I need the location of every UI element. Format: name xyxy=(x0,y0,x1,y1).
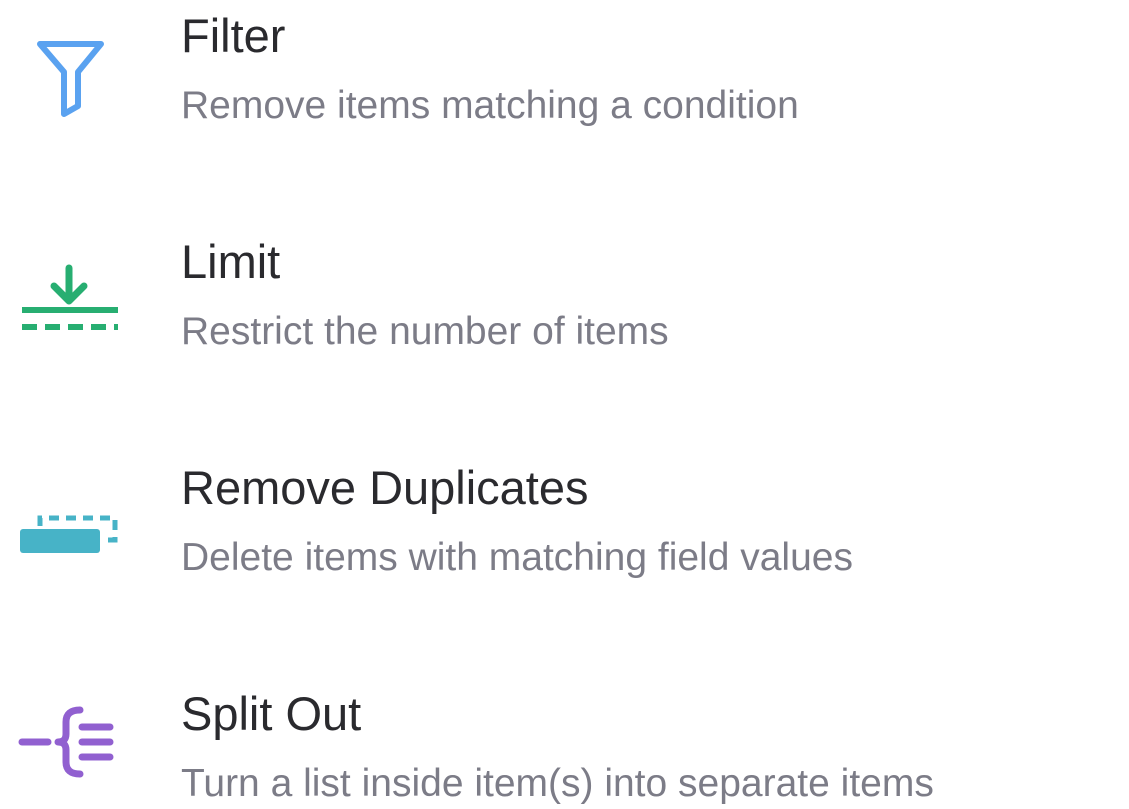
item-description: Delete items with matching field values xyxy=(181,536,853,579)
list-item-split-out[interactable]: Split Out Turn a list inside item(s) int… xyxy=(0,678,1129,809)
node-list: Filter Remove items matching a condition… xyxy=(0,0,1129,809)
item-title: Split Out xyxy=(181,687,362,740)
item-title: Limit xyxy=(181,235,281,288)
item-title: Filter xyxy=(181,9,286,62)
list-item-remove-duplicates[interactable]: Remove Duplicates Delete items with matc… xyxy=(0,452,1129,602)
remove-duplicates-icon xyxy=(18,474,123,564)
item-description: Remove items matching a condition xyxy=(181,84,799,127)
limit-icon xyxy=(18,246,123,336)
item-description: Restrict the number of items xyxy=(181,310,669,353)
list-item-limit[interactable]: Limit Restrict the number of items xyxy=(0,226,1129,376)
item-title: Remove Duplicates xyxy=(181,461,589,514)
filter-icon xyxy=(18,34,123,124)
item-description: Turn a list inside item(s) into separate… xyxy=(181,762,934,805)
split-out-icon xyxy=(18,696,123,786)
list-item-filter[interactable]: Filter Remove items matching a condition xyxy=(0,0,1129,150)
